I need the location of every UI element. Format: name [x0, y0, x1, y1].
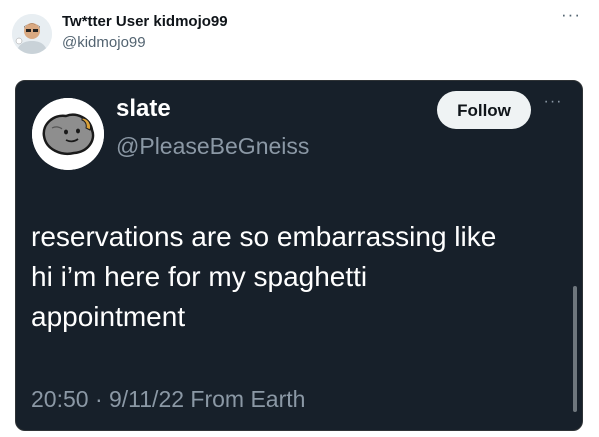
- outer-handle[interactable]: @kidmojo99: [62, 34, 146, 51]
- follow-button[interactable]: Follow: [437, 91, 531, 129]
- outer-display-name[interactable]: Tw*tter User kidmojo99: [62, 13, 228, 30]
- rock-avatar-icon[interactable]: [32, 98, 104, 170]
- embedded-tweet-card[interactable]: slate @PleaseBeGneiss Follow ··· reserva…: [15, 80, 583, 431]
- tweet-text-line: hi i’m here for my spaghetti: [31, 261, 368, 292]
- outer-post-header: Tw*tter User kidmojo99 @kidmojo99 ···: [0, 0, 599, 80]
- tweet-text-line: reservations are so embarrassing like: [31, 221, 497, 252]
- outer-more-icon[interactable]: ···: [558, 6, 584, 26]
- scrollbar[interactable]: [573, 286, 577, 412]
- tweet-timestamp[interactable]: 20:50 · 9/11/22 From Earth: [31, 386, 305, 413]
- tweet-handle[interactable]: @PleaseBeGneiss: [116, 133, 309, 160]
- tweet-text: reservations are so embarrassing like hi…: [31, 217, 571, 337]
- user-avatar-icon[interactable]: [12, 14, 52, 54]
- tweet-more-icon[interactable]: ···: [541, 94, 565, 113]
- tweet-text-line: appointment: [31, 301, 186, 332]
- tweet-display-name[interactable]: slate: [116, 95, 171, 123]
